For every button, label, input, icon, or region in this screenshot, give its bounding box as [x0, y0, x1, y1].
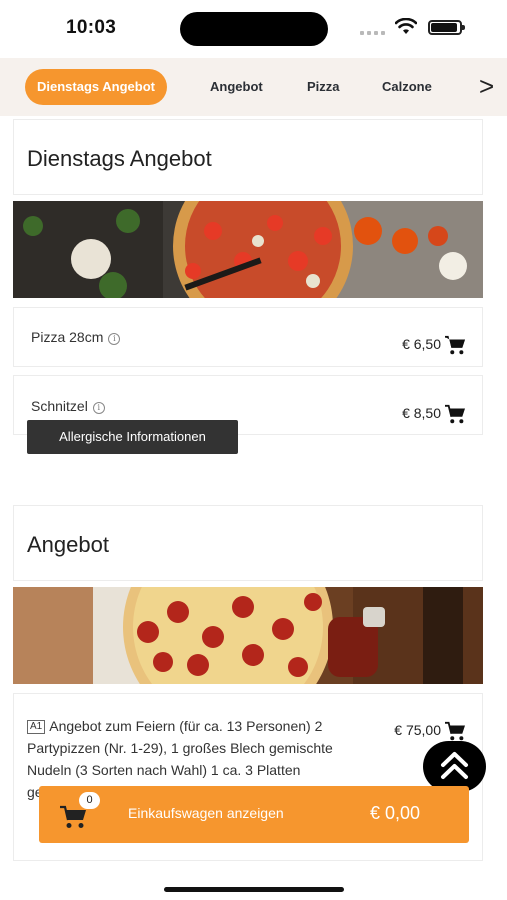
- chevron-right-icon[interactable]: >: [473, 66, 507, 108]
- view-cart-button[interactable]: 0 Einkaufswagen anzeigen € 0,00: [39, 786, 469, 843]
- scroll-to-top-button[interactable]: [423, 741, 486, 792]
- category-tab-pizza[interactable]: Pizza: [307, 69, 340, 105]
- pepperoni-pizza-banner-image: [13, 587, 483, 684]
- home-indicator[interactable]: [164, 887, 344, 892]
- status-time: 10:03: [66, 17, 117, 38]
- cellular-signal-icon: [360, 29, 386, 35]
- add-to-cart-icon[interactable]: [444, 335, 466, 355]
- pepperoni-banner-illustration: [13, 587, 483, 684]
- cart-total: € 0,00: [369, 803, 420, 823]
- allergen-tooltip: Allergische Informationen: [27, 420, 238, 454]
- battery-icon: [428, 20, 465, 35]
- item-price: € 75,00: [394, 722, 441, 738]
- category-tab-bar: Dienstags Angebot Angebot Pizza Calzone …: [0, 58, 507, 116]
- status-bar: 10:03: [0, 0, 507, 58]
- menu-item-pizza-28cm[interactable]: Pizza 28cm i € 6,50: [13, 307, 483, 367]
- info-icon[interactable]: i: [92, 402, 105, 414]
- double-chevron-up-icon: [441, 752, 468, 779]
- add-to-cart-icon[interactable]: [444, 404, 466, 424]
- section-header-angebot: Angebot: [13, 505, 483, 581]
- item-name: Pizza 28cm: [31, 329, 104, 345]
- add-to-cart-icon[interactable]: [444, 721, 466, 741]
- dynamic-island: [180, 12, 328, 46]
- category-tab-angebot[interactable]: Angebot: [210, 69, 263, 105]
- shopping-cart-icon: [60, 805, 86, 828]
- cart-count-badge: 0: [79, 792, 100, 809]
- pizza-banner-image: [13, 201, 483, 298]
- item-price: € 6,50: [402, 336, 441, 352]
- cart-label: Einkaufswagen anzeigen: [128, 805, 284, 821]
- section-title: Dienstags Angebot: [27, 146, 212, 171]
- wifi-icon: [395, 18, 417, 34]
- info-icon[interactable]: i: [108, 333, 121, 345]
- category-tab-dienstags-angebot[interactable]: Dienstags Angebot: [25, 69, 167, 105]
- section-title: Angebot: [27, 532, 109, 557]
- pizza-banner-illustration: [13, 201, 483, 298]
- section-header-dienstags-angebot: Dienstags Angebot: [13, 119, 483, 195]
- item-tag: A1: [27, 720, 46, 734]
- category-tab-calzone[interactable]: Calzone: [382, 69, 432, 105]
- item-name: Schnitzel: [31, 398, 88, 414]
- item-price: € 8,50: [402, 405, 441, 421]
